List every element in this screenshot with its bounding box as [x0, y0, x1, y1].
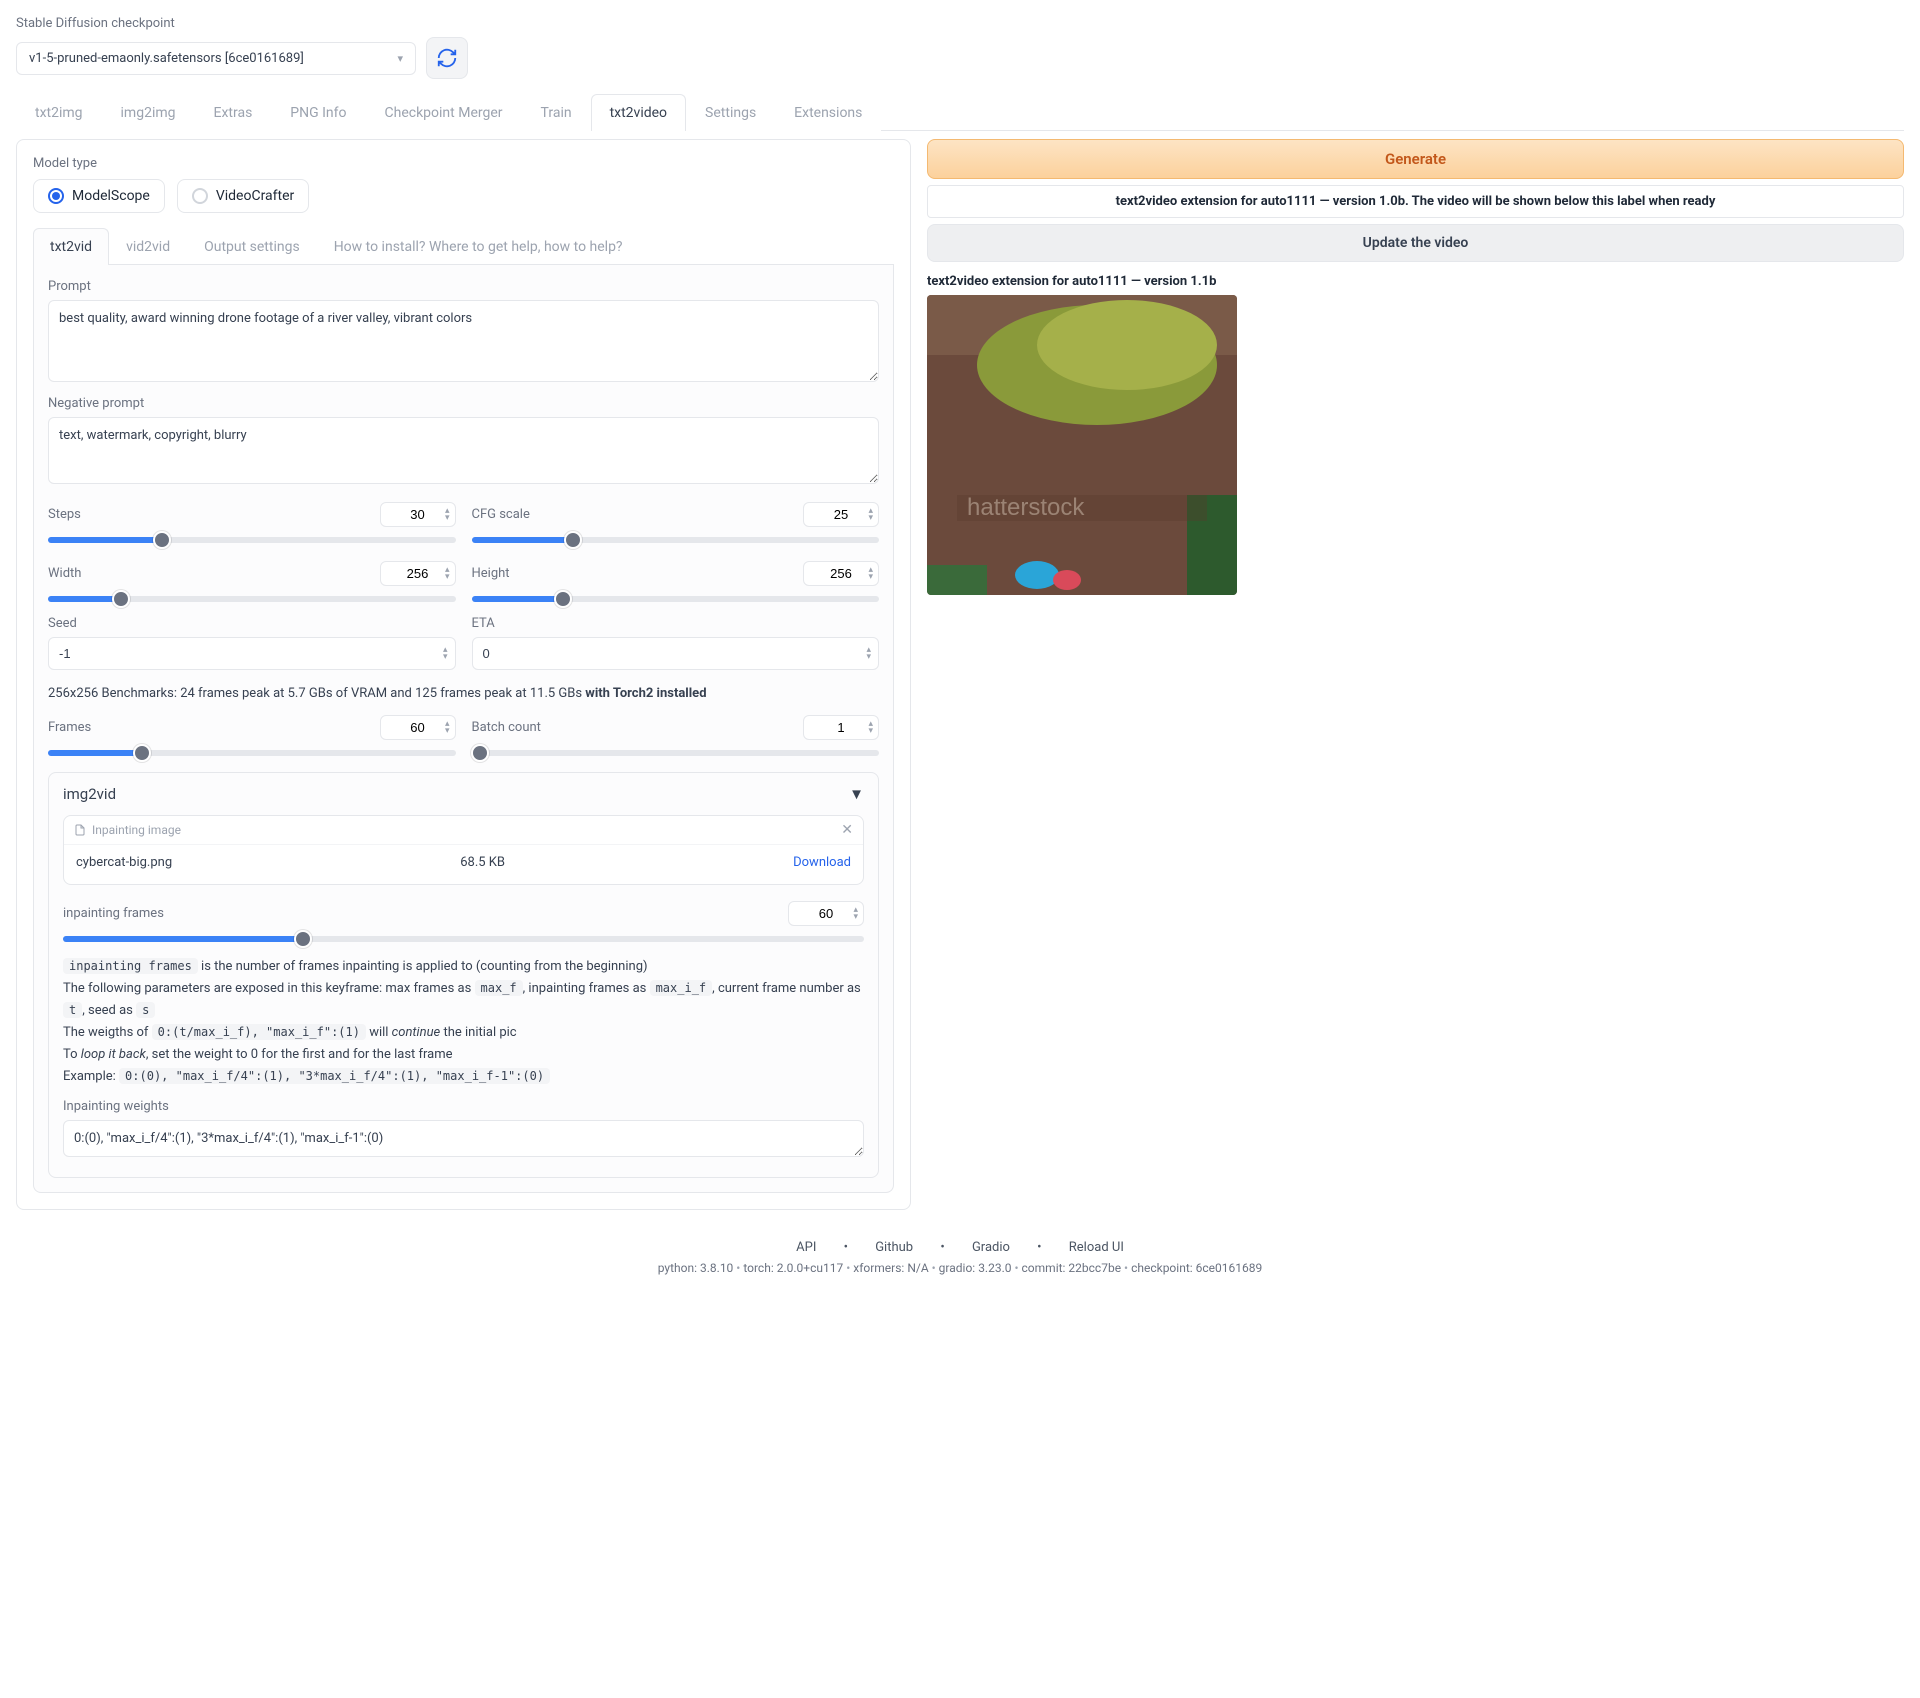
model-type-label: Model type — [33, 156, 894, 171]
file-clear-button[interactable]: ✕ — [841, 822, 853, 838]
inpaint-frames-number[interactable] — [788, 901, 864, 926]
link-github[interactable]: Github — [875, 1240, 913, 1255]
checkpoint-select[interactable]: v1-5-pruned-emaonly.safetensors [6ce0161… — [16, 42, 416, 75]
file-section-label: Inpainting image — [92, 823, 181, 837]
file-icon — [74, 824, 86, 836]
video-output[interactable]: hatterstock — [927, 295, 1237, 595]
batch-label: Batch count — [472, 720, 541, 735]
steps-slider[interactable] — [48, 537, 456, 543]
tab-txt2img[interactable]: txt2img — [16, 94, 102, 131]
output-label: text2video extension for auto1111 — vers… — [927, 274, 1904, 289]
file-download-link[interactable]: Download — [793, 855, 851, 870]
eta-input[interactable] — [472, 637, 880, 670]
svg-text:hatterstock: hatterstock — [967, 494, 1085, 521]
inpaint-frames-label: inpainting frames — [63, 906, 164, 921]
subtab-vid2vid[interactable]: vid2vid — [109, 228, 187, 265]
radio-dot-icon — [48, 188, 64, 204]
link-api[interactable]: API — [796, 1240, 816, 1255]
checkpoint-value: v1-5-pruned-emaonly.safetensors [6ce0161… — [29, 51, 304, 66]
benchmark-text: 256x256 Benchmarks: 24 frames peak at 5.… — [48, 686, 879, 701]
generate-button[interactable]: Generate — [927, 139, 1904, 179]
tab-txt2video[interactable]: txt2video — [591, 94, 686, 131]
sub-tabs: txt2vid vid2vid Output settings How to i… — [33, 227, 894, 265]
img2vid-accordion-toggle[interactable]: img2vid ▼ — [63, 785, 864, 803]
subtab-output-settings[interactable]: Output settings — [187, 228, 317, 265]
batch-slider[interactable] — [472, 750, 880, 756]
tab-img2img[interactable]: img2img — [102, 94, 195, 131]
tab-pnginfo[interactable]: PNG Info — [271, 94, 365, 131]
frames-slider[interactable] — [48, 750, 456, 756]
triangle-down-icon: ▼ — [849, 785, 864, 803]
inpaint-weights-label: Inpainting weights — [63, 1099, 864, 1114]
spinner-icon: ▴▾ — [866, 647, 871, 661]
main-tabs: txt2img img2img Extras PNG Info Checkpoi… — [16, 93, 1904, 131]
width-label: Width — [48, 566, 81, 581]
inpaint-weights-input[interactable] — [63, 1120, 864, 1157]
height-label: Height — [472, 566, 510, 581]
caret-down-icon: ▾ — [397, 52, 403, 65]
file-size: 68.5 KB — [460, 855, 505, 870]
seed-label: Seed — [48, 616, 456, 631]
prompt-label: Prompt — [48, 279, 879, 294]
height-slider[interactable] — [472, 596, 880, 602]
tab-ckpt-merger[interactable]: Checkpoint Merger — [366, 94, 522, 131]
link-reload-ui[interactable]: Reload UI — [1069, 1240, 1124, 1255]
cfg-slider[interactable] — [472, 537, 880, 543]
tab-train[interactable]: Train — [522, 94, 591, 131]
update-video-button[interactable]: Update the video — [927, 224, 1904, 262]
checkpoint-label: Stable Diffusion checkpoint — [16, 16, 1904, 31]
height-number[interactable] — [803, 561, 879, 586]
tab-settings[interactable]: Settings — [686, 94, 775, 131]
cfg-number[interactable] — [803, 502, 879, 527]
tab-extras[interactable]: Extras — [195, 94, 272, 131]
steps-number[interactable] — [380, 502, 456, 527]
cfg-label: CFG scale — [472, 507, 530, 522]
neg-prompt-label: Negative prompt — [48, 396, 879, 411]
eta-label: ETA — [472, 616, 880, 631]
extension-info: text2video extension for auto1111 — vers… — [927, 185, 1904, 218]
inpaint-help-text: inpainting frames is the number of frame… — [63, 956, 864, 1089]
refresh-icon — [436, 47, 458, 69]
prompt-input[interactable] — [48, 300, 879, 382]
footer-links: API • Github • Gradio • Reload UI — [16, 1240, 1904, 1255]
batch-number[interactable] — [803, 715, 879, 740]
frames-number[interactable] — [380, 715, 456, 740]
footer-meta: python: 3.8.10 • torch: 2.0.0+cu117 • xf… — [16, 1261, 1904, 1275]
reload-checkpoint-button[interactable] — [426, 37, 468, 79]
file-name: cybercat-big.png — [76, 855, 172, 870]
width-slider[interactable] — [48, 596, 456, 602]
width-number[interactable] — [380, 561, 456, 586]
subtab-help[interactable]: How to install? Where to get help, how t… — [317, 228, 640, 265]
subtab-txt2vid[interactable]: txt2vid — [33, 228, 109, 265]
tab-extensions[interactable]: Extensions — [775, 94, 881, 131]
radio-videocrafter[interactable]: VideoCrafter — [177, 179, 309, 213]
steps-label: Steps — [48, 507, 81, 522]
frames-label: Frames — [48, 720, 91, 735]
seed-input[interactable] — [48, 637, 456, 670]
link-gradio[interactable]: Gradio — [972, 1240, 1010, 1255]
spinner-icon: ▴▾ — [443, 647, 448, 661]
neg-prompt-input[interactable] — [48, 417, 879, 484]
inpaint-frames-slider[interactable] — [63, 936, 864, 942]
radio-modelscope[interactable]: ModelScope — [33, 179, 165, 213]
radio-dot-icon — [192, 188, 208, 204]
